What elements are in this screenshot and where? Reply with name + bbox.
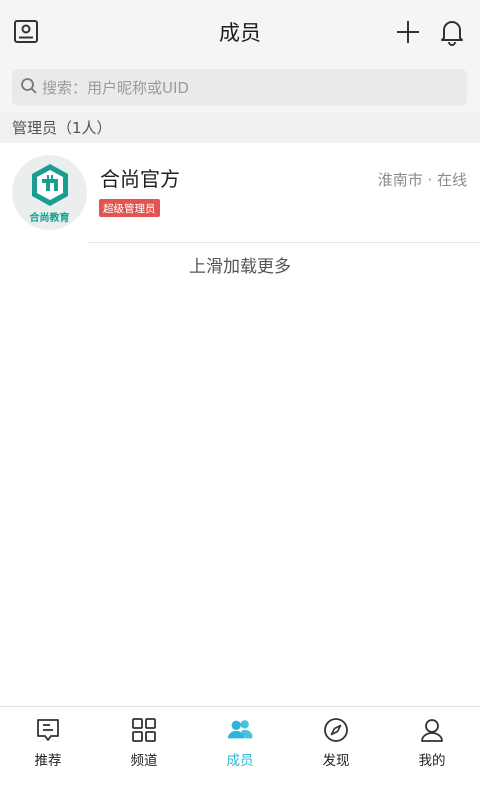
member-row[interactable]: 合尚教育 合尚官方 超级管理员 淮南市 · 在线: [0, 143, 480, 243]
tab-discover[interactable]: 发现: [288, 707, 384, 779]
tab-members[interactable]: 成员: [192, 707, 288, 779]
member-location-status: 淮南市 · 在线: [377, 171, 467, 189]
admin-section-header: 管理员（1人）: [0, 112, 480, 143]
role-badge: 超级管理员: [99, 199, 160, 217]
tab-label: 发现: [322, 753, 350, 769]
bottom-tab-bar: 推荐 频道 成员 发现 我的: [0, 706, 480, 800]
compass-icon: [322, 716, 350, 744]
recommend-icon: [34, 716, 62, 744]
grid-icon: [130, 716, 158, 744]
tab-label: 频道: [130, 753, 158, 769]
tab-label: 成员: [226, 753, 254, 769]
tab-label: 我的: [418, 753, 446, 769]
top-bar: 成员: [0, 0, 480, 64]
tab-mine[interactable]: 我的: [384, 707, 480, 779]
search-placeholder: 搜索：用户昵称或UID: [42, 79, 189, 97]
member-name: 合尚官方: [100, 167, 180, 191]
tab-recommend[interactable]: 推荐: [0, 707, 96, 779]
members-icon: [226, 716, 254, 744]
search-input[interactable]: 搜索：用户昵称或UID: [12, 69, 467, 106]
logo-icon: [31, 163, 68, 206]
bell-icon[interactable]: [430, 0, 474, 64]
search-container: 搜索：用户昵称或UID: [0, 64, 480, 112]
profile-icon: [418, 716, 446, 744]
avatar[interactable]: 合尚教育: [12, 155, 87, 230]
tab-label: 推荐: [34, 753, 62, 769]
page-title: 成员: [219, 21, 261, 45]
load-more-hint: 上滑加载更多: [189, 257, 291, 277]
add-icon[interactable]: [388, 0, 428, 64]
divider: [88, 242, 480, 243]
avatar-caption: 合尚教育: [29, 212, 70, 224]
tab-channels[interactable]: 频道: [96, 707, 192, 779]
contact-card-icon[interactable]: [6, 0, 46, 64]
search-icon: [20, 77, 38, 99]
